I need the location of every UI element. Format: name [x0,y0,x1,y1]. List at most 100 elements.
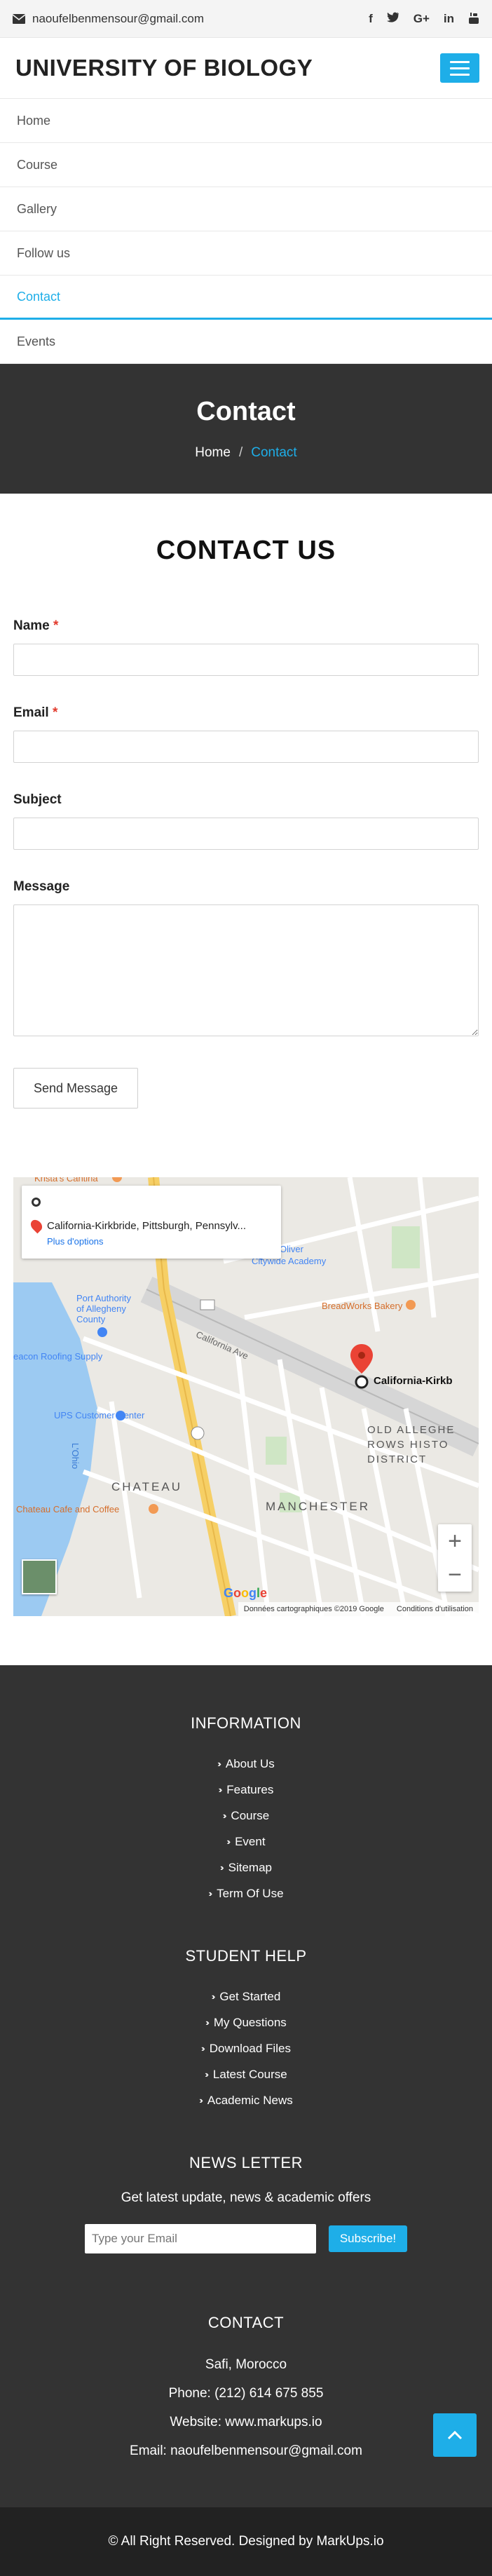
breadcrumb: Home / Contact [195,445,296,461]
map-pin-icon [28,1217,45,1234]
subject-field[interactable] [13,818,479,850]
scroll-to-top-button[interactable] [433,2413,477,2457]
footer-link-term-of-use[interactable]: ›› Term Of Use [0,1880,492,1906]
map-place-row: California-Kirkbride, Pittsburgh, Pennsy… [28,1217,271,1234]
social-links: f G+ in [369,12,479,26]
map-label: Oliver [280,1244,303,1254]
page-title: Contact [196,397,296,426]
google-plus-icon[interactable]: G+ [414,12,430,26]
page-hero: Contact Home / Contact [0,364,492,494]
information-title: INFORMATION [191,1714,301,1732]
required-mark: * [52,705,58,720]
contact-section: CONTACT US Name * Email * Subject Messag… [0,494,492,1109]
nav-item-contact[interactable]: Contact [0,276,492,320]
zoom-in-button[interactable]: + [448,1529,462,1553]
nav-item-home[interactable]: Home [0,99,492,143]
send-message-button[interactable]: Send Message [13,1068,138,1109]
footer-link-features[interactable]: ›› Features [0,1777,492,1803]
nav-item-gallery[interactable]: Gallery [0,187,492,231]
message-field[interactable] [13,904,479,1036]
top-bar: naoufelbenmensour@gmail.com f G+ in [0,0,492,38]
contact-form: Name * Email * Subject Message Send Mess… [13,618,479,1109]
map-label: OLD ALLEGHE ROWS HISTO DISTRICT [367,1424,456,1465]
chevron-up-icon [447,2430,463,2440]
nav-item-follow-us[interactable]: Follow us [0,231,492,276]
footer-link-about-us[interactable]: ›› About Us [0,1751,492,1777]
double-chevron-icon: ›› [222,1810,226,1821]
map-label: UPS Customer Center [54,1410,145,1421]
nav-item-events[interactable]: Events [0,320,492,364]
map-label: eacon Roofing Supply [13,1351,103,1362]
footer-link-latest-course[interactable]: ›› Latest Course [0,2061,492,2087]
nav-item-course[interactable]: Course [0,143,492,187]
footer-city: Safi, Morocco [205,2357,287,2372]
double-chevron-icon: ›› [208,1888,212,1899]
double-chevron-icon: ›› [199,2095,203,2106]
breadcrumb-home-link[interactable]: Home [195,445,231,461]
menu-toggle-button[interactable] [440,53,479,83]
footer-link-academic-news[interactable]: ›› Academic News [0,2087,492,2113]
contact-title: CONTACT [207,2314,285,2331]
email-label-text: Email [13,705,49,720]
email-field[interactable] [13,731,479,763]
double-chevron-icon: ›› [205,2017,209,2028]
footer-link-course[interactable]: ›› Course [0,1803,492,1829]
facebook-icon[interactable]: f [369,12,373,26]
map-marker-label: California-Kirkb [374,1375,453,1387]
map-label: Chateau Cafe and Coffee [16,1504,120,1514]
map-label: MANCHESTER [266,1500,371,1513]
map-zoom-control: + − [438,1524,472,1592]
twitter-icon[interactable] [386,12,399,23]
google-logo: Google [224,1586,268,1600]
double-chevron-icon: ›› [217,1758,221,1769]
subject-label: Subject [13,792,62,807]
double-chevron-icon: ›› [218,1784,222,1795]
site-footer: INFORMATION ›› About Us ›› Features ›› Cour… [0,1665,492,2507]
map-satellite-toggle[interactable] [22,1559,57,1594]
site-logo[interactable]: UNIVERSITY OF BIOLOGY [15,55,313,81]
newsletter-form: Subscribe! [0,2224,492,2253]
name-label: Name * [13,618,479,634]
top-email[interactable]: naoufelbenmensour@gmail.com [13,12,204,26]
footer-link-get-started[interactable]: ›› Get Started [0,1984,492,2009]
newsletter-title: NEWS LETTER [189,2154,303,2171]
map-attribution: Données cartographiques ©2019 Google Con… [238,1602,479,1616]
footer-link-event[interactable]: ›› Event [0,1829,492,1855]
contact-heading: CONTACT US [156,536,336,565]
double-chevron-icon: ›› [205,2069,208,2080]
origin-icon [32,1197,41,1207]
newsletter-subtitle: Get latest update, news & academic offer… [121,2190,371,2205]
map-label: Krista's Cantina [34,1177,98,1184]
copyright-text: © All Right Reserved. Designed by MarkUp… [108,2534,384,2549]
hamburger-line [450,73,470,76]
location-map[interactable]: Krista's Cantina Oliver Citywide Academy… [13,1177,479,1616]
main-nav: Home Course Gallery Follow us Contact Ev… [0,98,492,364]
footer-phone: Phone: (212) 614 675 855 [168,2385,324,2401]
footer-link-download-files[interactable]: ›› Download Files [0,2035,492,2061]
map-label: Port Authority of Allegheny County [76,1293,132,1324]
footer-email: Email: naoufelbenmensour@gmail.com [130,2443,362,2458]
zoom-out-button[interactable]: − [448,1563,462,1587]
map-more-options-link[interactable]: Plus d'options [47,1236,271,1247]
footer-link-sitemap[interactable]: ›› Sitemap [0,1855,492,1880]
linkedin-icon[interactable]: in [444,12,454,26]
hamburger-line [450,60,470,63]
footer-link-my-questions[interactable]: ›› My Questions [0,2009,492,2035]
information-list: ›› About Us ›› Features ›› Course ›› Event ›… [0,1751,492,1906]
student-help-list: ›› Get Started ›› My Questions ›› Download … [0,1984,492,2113]
map-place-card: California-Kirkbride, Pittsburgh, Pennsy… [22,1186,281,1259]
name-label-text: Name [13,618,50,633]
required-mark: * [53,618,59,633]
map-terms-link[interactable]: Conditions d'utilisation [397,1605,473,1613]
envelope-icon [13,13,25,24]
subscribe-button[interactable]: Subscribe! [329,2225,407,2252]
name-field[interactable] [13,644,479,676]
footer-website: Website: www.markups.io [170,2414,322,2429]
site-header: UNIVERSITY OF BIOLOGY [0,38,492,98]
copyright-bar: © All Right Reserved. Designed by MarkUp… [0,2507,492,2576]
newsletter-email-input[interactable] [85,2224,316,2253]
youtube-icon[interactable] [468,12,479,25]
map-place-name: California-Kirkbride, Pittsburgh, Pennsy… [47,1219,247,1232]
breadcrumb-current: Contact [251,445,297,460]
double-chevron-icon: ›› [201,2043,205,2054]
